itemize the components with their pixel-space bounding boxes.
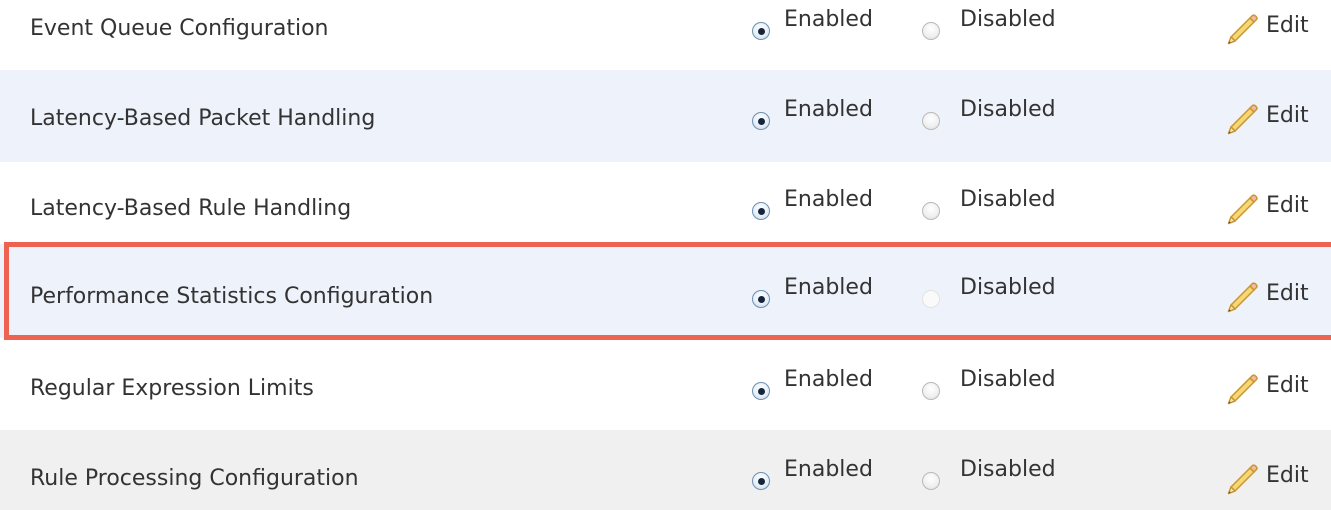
radio-icon[interactable] — [752, 112, 770, 130]
disabled-radio-option[interactable]: Disabled — [922, 97, 1056, 130]
pencil-icon — [1227, 282, 1258, 313]
enabled-label: Enabled — [784, 457, 873, 482]
pencil-icon — [1227, 464, 1258, 495]
disabled-label: Disabled — [960, 97, 1056, 122]
edit-label: Edit — [1266, 103, 1309, 128]
disabled-radio-option[interactable]: Disabled — [922, 457, 1056, 490]
table-row: Event Queue Configuration Enabled Disabl… — [0, 0, 1331, 70]
radio-icon[interactable] — [922, 22, 940, 40]
disabled-label: Disabled — [960, 275, 1056, 300]
pencil-icon — [1227, 14, 1258, 45]
radio-icon[interactable] — [752, 202, 770, 220]
disabled-radio-option[interactable]: Disabled — [922, 7, 1056, 40]
table-row: Latency-Based Rule Handling Enabled Disa… — [0, 162, 1331, 244]
table-row-highlighted: Performance Statistics Configuration Ena… — [0, 244, 1331, 338]
setting-name: Performance Statistics Configuration — [30, 284, 434, 309]
edit-label: Edit — [1266, 463, 1309, 488]
enabled-label: Enabled — [784, 97, 873, 122]
enabled-radio-option[interactable]: Enabled — [752, 97, 873, 130]
disabled-label: Disabled — [960, 7, 1056, 32]
radio-icon[interactable] — [752, 290, 770, 308]
setting-name: Rule Processing Configuration — [30, 466, 359, 491]
edit-label: Edit — [1266, 373, 1309, 398]
radio-icon[interactable] — [752, 382, 770, 400]
enabled-label: Enabled — [784, 7, 873, 32]
radio-icon[interactable] — [752, 472, 770, 490]
pencil-icon — [1227, 194, 1258, 225]
enabled-label: Enabled — [784, 187, 873, 212]
edit-button[interactable]: Edit — [1222, 96, 1309, 136]
disabled-label: Disabled — [960, 187, 1056, 212]
pencil-icon — [1227, 104, 1258, 135]
setting-name: Latency-Based Rule Handling — [30, 196, 352, 221]
edit-label: Edit — [1266, 281, 1309, 306]
radio-icon[interactable] — [922, 202, 940, 220]
edit-label: Edit — [1266, 13, 1309, 38]
enabled-radio-option[interactable]: Enabled — [752, 367, 873, 400]
table-row: Latency-Based Packet Handling Enabled Di… — [0, 70, 1331, 162]
edit-button[interactable]: Edit — [1222, 456, 1309, 496]
enabled-label: Enabled — [784, 367, 873, 392]
disabled-label: Disabled — [960, 457, 1056, 482]
radio-icon[interactable] — [922, 472, 940, 490]
disabled-radio-option[interactable]: Disabled — [922, 275, 1056, 308]
enabled-label: Enabled — [784, 275, 873, 300]
edit-label: Edit — [1266, 193, 1309, 218]
enabled-radio-option[interactable]: Enabled — [752, 7, 873, 40]
settings-table: Event Queue Configuration Enabled Disabl… — [0, 0, 1331, 510]
radio-icon[interactable] — [752, 22, 770, 40]
enabled-radio-option[interactable]: Enabled — [752, 275, 873, 308]
disabled-label: Disabled — [960, 367, 1056, 392]
enabled-radio-option[interactable]: Enabled — [752, 457, 873, 490]
enabled-radio-option[interactable]: Enabled — [752, 187, 873, 220]
setting-name: Event Queue Configuration — [30, 16, 329, 41]
setting-name: Latency-Based Packet Handling — [30, 106, 376, 131]
radio-icon[interactable] — [922, 382, 940, 400]
setting-name: Regular Expression Limits — [30, 376, 314, 401]
disabled-radio-option[interactable]: Disabled — [922, 367, 1056, 400]
disabled-radio-option[interactable]: Disabled — [922, 187, 1056, 220]
radio-icon[interactable] — [922, 112, 940, 130]
table-row: Regular Expression Limits Enabled Disabl… — [0, 338, 1331, 430]
edit-button[interactable]: Edit — [1222, 274, 1309, 314]
radio-icon[interactable] — [922, 290, 940, 308]
pencil-icon — [1227, 374, 1258, 405]
edit-button[interactable]: Edit — [1222, 366, 1309, 406]
edit-button[interactable]: Edit — [1222, 186, 1309, 226]
edit-button[interactable]: Edit — [1222, 6, 1309, 46]
table-row: Rule Processing Configuration Enabled Di… — [0, 430, 1331, 510]
